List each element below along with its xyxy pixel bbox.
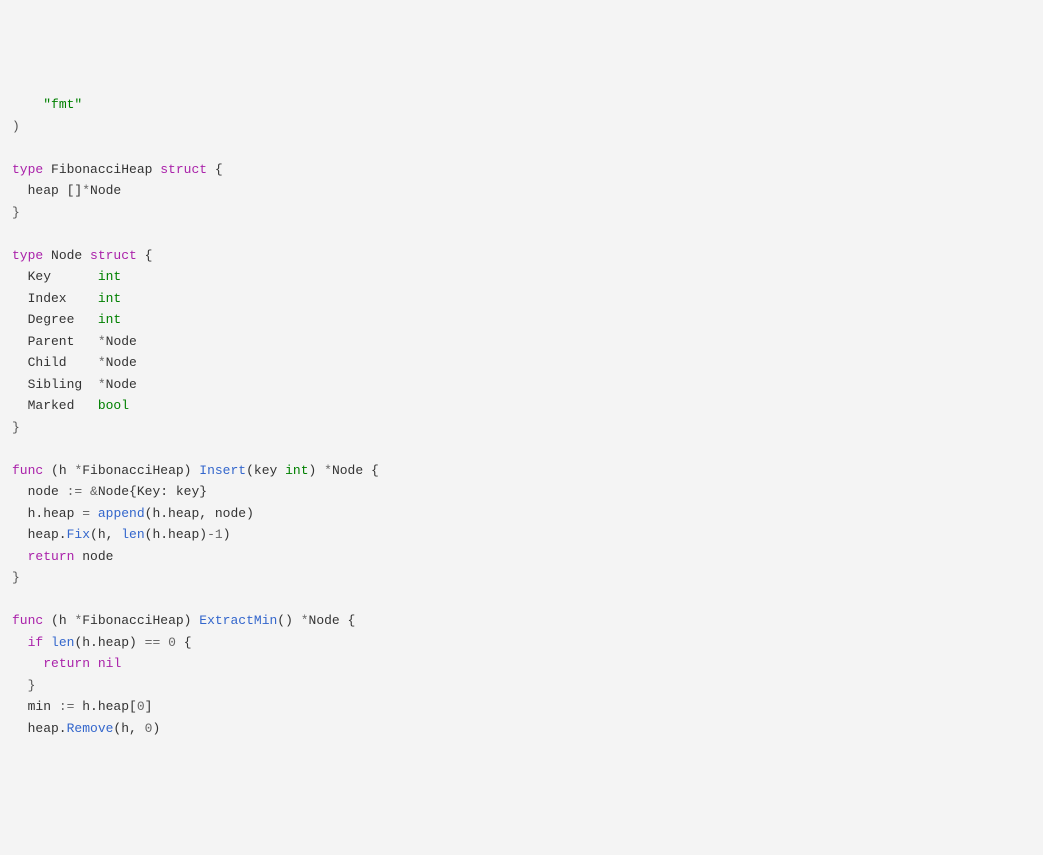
code-token: "fmt" <box>43 97 82 112</box>
code-line: return nil <box>12 653 1031 675</box>
code-token: * <box>324 463 332 478</box>
code-token: := <box>59 699 75 714</box>
code-token: 0 <box>145 721 153 736</box>
code-token: * <box>74 613 82 628</box>
code-line <box>12 589 1031 611</box>
code-token: ) <box>12 119 20 134</box>
code-line: Sibling *Node <box>12 374 1031 396</box>
code-token: struct <box>160 162 207 177</box>
code-line: "fmt" <box>12 94 1031 116</box>
code-token: type <box>12 248 43 263</box>
code-token: 1 <box>215 527 223 542</box>
code-line: type FibonacciHeap struct { <box>12 159 1031 181</box>
code-line: Key int <box>12 266 1031 288</box>
code-line <box>12 438 1031 460</box>
code-token: & <box>90 484 98 499</box>
code-token: = <box>82 506 90 521</box>
code-token: } <box>12 420 20 435</box>
code-line: } <box>12 202 1031 224</box>
code-line: return node <box>12 546 1031 568</box>
code-token: return <box>43 656 90 671</box>
code-token: Remove <box>67 721 114 736</box>
code-line: func (h *FibonacciHeap) Insert(key int) … <box>12 460 1031 482</box>
code-token: func <box>12 613 43 628</box>
code-token: - <box>207 527 215 542</box>
code-line: Parent *Node <box>12 331 1031 353</box>
code-token: int <box>98 312 121 327</box>
code-token: len <box>121 527 144 542</box>
code-token: type <box>12 162 43 177</box>
code-token: := <box>67 484 83 499</box>
code-token: == <box>145 635 161 650</box>
code-line: Degree int <box>12 309 1031 331</box>
code-line: Index int <box>12 288 1031 310</box>
code-line: Child *Node <box>12 352 1031 374</box>
code-token: * <box>98 334 106 349</box>
code-token: } <box>12 205 20 220</box>
code-token: 0 <box>168 635 176 650</box>
code-line: h.heap = append(h.heap, node) <box>12 503 1031 525</box>
code-token: append <box>98 506 145 521</box>
code-token: Fix <box>67 527 90 542</box>
code-line: type Node struct { <box>12 245 1031 267</box>
code-line: node := &Node{Key: key} <box>12 481 1031 503</box>
code-line: } <box>12 417 1031 439</box>
code-token: Insert <box>199 463 246 478</box>
code-line: func (h *FibonacciHeap) ExtractMin() *No… <box>12 610 1031 632</box>
code-token: func <box>12 463 43 478</box>
code-token: } <box>12 570 20 585</box>
code-token: bool <box>98 398 129 413</box>
code-block: "fmt") type FibonacciHeap struct { heap [… <box>12 94 1031 739</box>
code-line: heap.Fix(h, len(h.heap)-1) <box>12 524 1031 546</box>
code-line <box>12 223 1031 245</box>
code-token: * <box>301 613 309 628</box>
code-line <box>12 137 1031 159</box>
code-line: ) <box>12 116 1031 138</box>
code-token: * <box>74 463 82 478</box>
code-line: min := h.heap[0] <box>12 696 1031 718</box>
code-token: int <box>285 463 308 478</box>
code-token: int <box>98 291 121 306</box>
code-token: * <box>82 183 90 198</box>
code-line: } <box>12 675 1031 697</box>
code-token: } <box>28 678 36 693</box>
code-line: Marked bool <box>12 395 1031 417</box>
code-token: int <box>98 269 121 284</box>
code-token: nil <box>98 656 121 671</box>
code-token: * <box>98 377 106 392</box>
code-token: if <box>28 635 44 650</box>
code-line: heap []*Node <box>12 180 1031 202</box>
code-line: } <box>12 567 1031 589</box>
code-token: * <box>98 355 106 370</box>
code-token: return <box>28 549 75 564</box>
code-token: 0 <box>137 699 145 714</box>
code-token: len <box>51 635 74 650</box>
code-token: ExtractMin <box>199 613 277 628</box>
code-token: struct <box>90 248 137 263</box>
code-line: heap.Remove(h, 0) <box>12 718 1031 740</box>
